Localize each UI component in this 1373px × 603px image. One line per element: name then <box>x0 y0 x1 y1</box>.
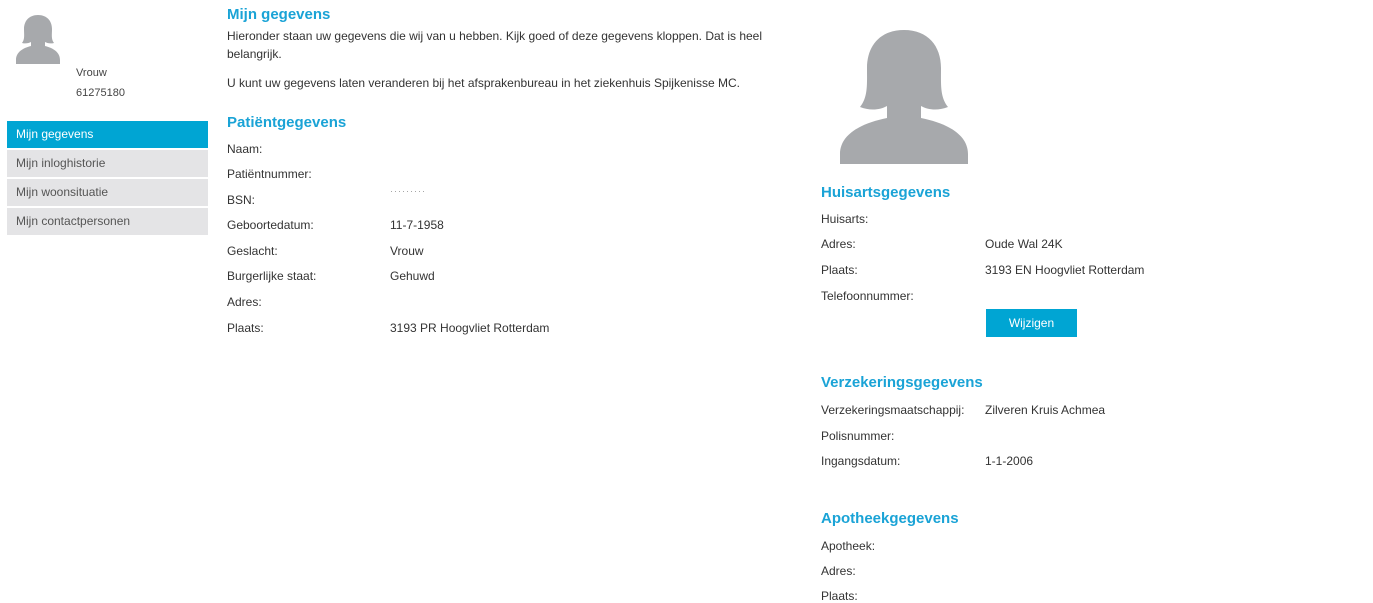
patient-label-geslacht: Geslacht: <box>227 244 278 258</box>
patient-label-adres: Adres: <box>227 295 262 309</box>
sidebar-item-mijn-gegevens[interactable]: Mijn gegevens <box>7 121 208 148</box>
patient-label-geboortedatum: Geboortedatum: <box>227 218 314 232</box>
patient-value-geslacht: Vrouw <box>390 244 424 258</box>
pharmacy-section-title: Apotheekgegevens <box>821 510 959 527</box>
patient-value-plaats: 3193 PR Hoogvliet Rotterdam <box>390 321 550 335</box>
gp-label-adres: Adres: <box>821 237 856 251</box>
profile-avatar-icon <box>16 15 60 64</box>
patient-label-patientnummer: Patiëntnummer: <box>227 167 312 181</box>
intro-line-2: belangrijk. <box>227 47 282 61</box>
sidebar-item-mijn-woonsituatie[interactable]: Mijn woonsituatie <box>7 179 208 206</box>
insurance-label-polisnummer: Polisnummer: <box>821 429 895 443</box>
insurance-label-ingangsdatum: Ingangsdatum: <box>821 454 901 468</box>
patient-label-naam: Naam: <box>227 142 263 156</box>
sidebar-item-mijn-contactpersonen[interactable]: Mijn contactpersonen <box>7 208 208 235</box>
wijzigen-button[interactable]: Wijzigen <box>986 309 1077 337</box>
patient-value-burgerlijke-staat: Gehuwd <box>390 269 435 283</box>
patient-label-bsn: BSN: <box>227 193 256 207</box>
sidebar-nav: Mijn gegevens Mijn inloghistorie Mijn wo… <box>7 121 208 237</box>
intro-line-1: Hieronder staan uw gegevens die wij van … <box>227 29 763 43</box>
sidebar-item-mijn-inloghistorie[interactable]: Mijn inloghistorie <box>7 150 208 177</box>
profile-id: 61275180 <box>76 87 125 99</box>
gp-value-plaats: 3193 EN Hoogvliet Rotterdam <box>985 263 1145 277</box>
insurance-value-ingangsdatum: 1-1-2006 <box>985 454 1034 468</box>
insurance-section-title: Verzekeringsgegevens <box>821 374 983 391</box>
gp-section-title: Huisartsgegevens <box>821 184 951 201</box>
page-title: Mijn gegevens <box>227 6 331 23</box>
patient-value-bsn: ········· <box>390 186 426 196</box>
gp-value-adres: Oude Wal 24K <box>985 237 1063 251</box>
pharmacy-label-apotheek: Apotheek: <box>821 539 876 553</box>
pharmacy-label-adres: Adres: <box>821 564 856 578</box>
patient-label-plaats: Plaats: <box>227 321 264 335</box>
insurance-label-maatschappij: Verzekeringsmaatschappij: <box>821 403 965 417</box>
patient-label-burgerlijke-staat: Burgerlijke staat: <box>227 269 317 283</box>
intro-change-info: U kunt uw gegevens laten veranderen bij … <box>227 76 740 90</box>
insurance-value-maatschappij: Zilveren Kruis Achmea <box>985 403 1106 417</box>
pharmacy-label-plaats: Plaats: <box>821 589 858 603</box>
patient-section-title: Patiëntgegevens <box>227 114 347 131</box>
gp-label-plaats: Plaats: <box>821 263 858 277</box>
gp-label-telefoonnummer: Telefoonnummer: <box>821 289 914 303</box>
patient-avatar-icon <box>840 30 968 164</box>
profile-gender: Vrouw <box>76 67 107 79</box>
patient-value-geboortedatum: 11-7-1958 <box>390 218 444 232</box>
gp-label-huisarts: Huisarts: <box>821 212 869 226</box>
